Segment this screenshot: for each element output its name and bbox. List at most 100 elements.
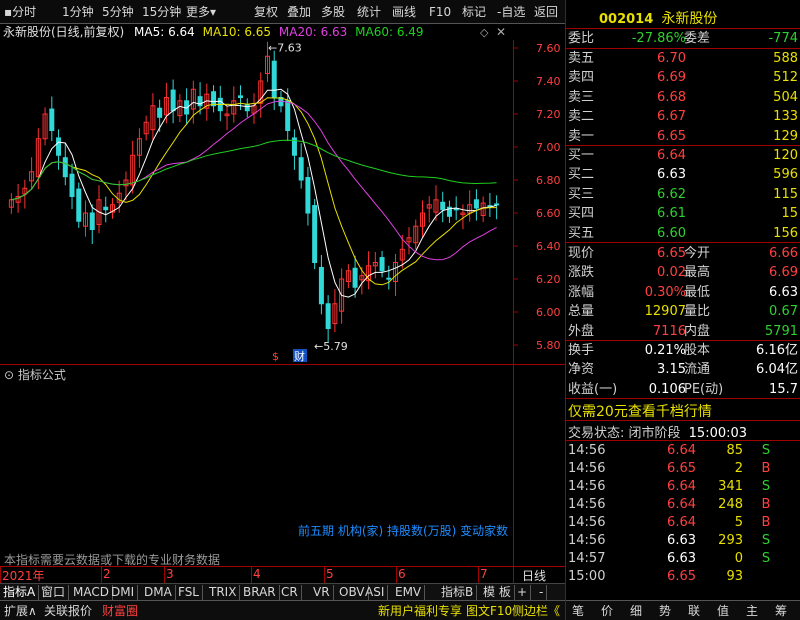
tab-indicator-0[interactable]: 指标A <box>0 585 40 600</box>
status-mid-0[interactable]: 新用户福利专享 <box>378 603 462 619</box>
tick-row: 15:00 6.65 93 <box>566 567 800 586</box>
ask-row[interactable]: 卖五 6.70 588 <box>566 49 800 68</box>
chart-title: 永新股份(日线,前复权) <box>3 25 125 39</box>
tick-side: S <box>761 551 771 566</box>
status-left-2[interactable]: 财富圈 <box>102 603 138 619</box>
ask-volume: 133 <box>773 109 798 125</box>
bid-row[interactable]: 买三 6.62 115 <box>566 185 800 204</box>
tab-indicator-2[interactable]: MACD <box>70 585 113 600</box>
close-icon[interactable]: ✕ <box>496 25 506 39</box>
stat-label: 外盘 <box>568 323 595 339</box>
tick-time: 14:56 <box>568 515 606 530</box>
bid-row[interactable]: 买二 6.63 596 <box>566 165 800 184</box>
back-button[interactable]: 返回 <box>534 3 558 21</box>
ma5-label: MA5: 6.64 <box>134 25 195 39</box>
tab-indicator-7[interactable]: BRAR <box>240 585 280 600</box>
ask-level-label: 卖三 <box>568 89 595 105</box>
tab-indicator-14[interactable]: 模 板 <box>480 585 515 600</box>
bid-volume: 115 <box>773 186 798 202</box>
tab-indicator-9[interactable]: VR <box>310 585 334 600</box>
stat-label: 量比 <box>684 304 711 320</box>
tick-row: 14:56 6.64 341 S <box>566 477 800 496</box>
ask-row[interactable]: 卖四 6.69 512 <box>566 68 800 87</box>
settings-diamond-icon[interactable]: ◇ <box>480 26 488 39</box>
bid-price: 6.60 <box>657 225 686 241</box>
tab-indicator-12[interactable]: EMV <box>392 585 426 600</box>
status-left-0[interactable]: 扩展∧ <box>4 603 37 619</box>
stat-value: 6.63 <box>769 284 798 300</box>
tab-indicator-16[interactable]: - <box>536 585 548 600</box>
bid-row[interactable]: 买四 6.61 15 <box>566 204 800 223</box>
tab-indicator-3[interactable]: DMI <box>108 585 139 600</box>
trade-status-text: 交易状态: 闭市阶段 <box>568 426 681 441</box>
candle-body <box>440 201 446 211</box>
draw-line-button[interactable]: 画线 <box>392 3 416 21</box>
tab-indicator-13[interactable]: 指标B <box>438 585 478 600</box>
tab-indicator-4[interactable]: DMA <box>141 585 176 600</box>
ask-row[interactable]: 卖三 6.68 504 <box>566 88 800 107</box>
status-mid-1[interactable]: 图文F10 <box>466 603 512 619</box>
ask-row[interactable]: 卖一 6.65 129 <box>566 127 800 146</box>
status-mid-2[interactable]: 侧边栏《 <box>512 603 560 619</box>
tab-15min[interactable]: 15分钟 <box>142 3 181 21</box>
tab-1min[interactable]: 1分钟 <box>62 3 94 21</box>
ask-level-label: 卖二 <box>568 109 595 125</box>
candle-body <box>386 277 392 280</box>
tick-volume: 2 <box>734 461 743 476</box>
tab-indicator-5[interactable]: FSL <box>175 585 203 600</box>
ask-price: 6.65 <box>657 128 686 144</box>
candle-body <box>76 188 82 222</box>
indicator-tabs: 指标A 窗口 MACD DMI DMA FSL TRIX BRAR CR VR OBV ASI EMV 指… <box>0 583 565 600</box>
finance-report-icon[interactable]: 财 <box>294 349 305 363</box>
tab-indicator-8[interactable]: CR <box>278 585 302 600</box>
stat-row: 涨幅 0.30% 最低 6.63 <box>566 283 800 302</box>
overlay-button[interactable]: 叠加 <box>287 3 311 21</box>
more-button[interactable]: 更多▾ <box>186 3 216 21</box>
ask-price: 6.68 <box>657 89 686 105</box>
ask-volume: 588 <box>773 51 798 66</box>
fin-label: 净资 <box>568 362 595 378</box>
multi-stock-button[interactable]: 多股 <box>321 3 345 21</box>
chevron-down-icon: ▾ <box>210 5 217 19</box>
y-tick-label: 7.20 <box>536 108 561 121</box>
indicator-header[interactable]: ⊙ 指标公式 <box>4 366 66 383</box>
candle-body <box>453 208 459 211</box>
stat-value: 6.66 <box>769 246 798 261</box>
fin-label: 换手 <box>568 343 595 358</box>
quote-panel: 002014 永新股份 委比 -27.86% 委差 -774 仅需20元查看千档… <box>565 0 800 620</box>
x-tick <box>0 567 1 583</box>
candle-body <box>56 137 62 156</box>
fuquan-button[interactable]: 复权 <box>254 3 278 21</box>
kline-chart[interactable]: 7.60 7.40 7.20 7.00 6.80 6.60 6.40 6.20 6.00 5.80… <box>0 40 565 365</box>
f10-button[interactable]: F10 <box>429 3 451 21</box>
self-select-button[interactable]: -自选 <box>497 3 525 21</box>
period-label[interactable]: 日线 <box>522 567 546 584</box>
tab-fenshi[interactable]: ▪分时 <box>4 3 36 21</box>
tick-price: 6.64 <box>667 443 696 458</box>
tab-indicator-1[interactable]: 窗口 <box>38 585 70 600</box>
y-tick-label: 6.60 <box>536 207 561 220</box>
tab-indicator-15[interactable]: + <box>514 585 532 600</box>
chevron-down-icon: ⊙ <box>4 368 18 382</box>
tab-indicator-11[interactable]: ASI <box>362 585 389 600</box>
tab-5min[interactable]: 5分钟 <box>102 3 134 21</box>
mark-button[interactable]: 标记 <box>462 3 486 21</box>
tab-indicator-6[interactable]: TRIX <box>206 585 241 600</box>
candle-body <box>312 205 318 263</box>
stats-button[interactable]: 统计 <box>357 3 381 21</box>
fin-label: 股本 <box>684 343 711 358</box>
dividend-icon[interactable]: $ <box>272 350 279 363</box>
x-tick-label: 6 <box>398 567 406 581</box>
x-tick-label: 5 <box>326 567 334 581</box>
bid-row[interactable]: 买一 6.64 120 <box>566 146 800 165</box>
stat-value: 7116 <box>652 323 686 339</box>
ma20-label: MA20: 6.63 <box>278 25 348 39</box>
ask-row[interactable]: 卖二 6.67 133 <box>566 107 800 126</box>
fin-label: 流通 <box>684 362 711 378</box>
trade-time: 15:00:03 <box>688 426 748 441</box>
bid-volume: 15 <box>781 206 798 222</box>
bid-volume: 596 <box>773 167 798 183</box>
status-left-1[interactable]: 关联报价 <box>44 603 92 619</box>
promo-link[interactable]: 仅需20元查看千档行情 <box>568 401 712 421</box>
bid-row[interactable]: 买五 6.60 156 <box>566 224 800 243</box>
